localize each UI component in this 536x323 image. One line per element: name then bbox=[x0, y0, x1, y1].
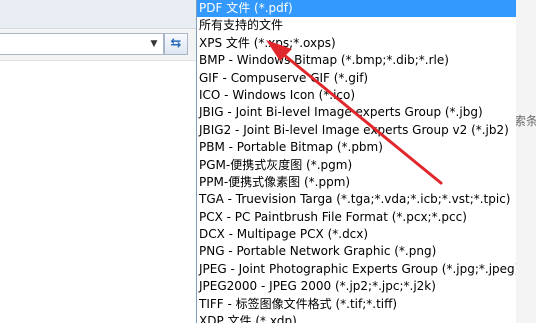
file-type-option[interactable]: JPEG2000 - JPEG 2000 (*.jp2;*.jpc;*.j2k) bbox=[197, 278, 516, 295]
path-combobox[interactable]: ▼ bbox=[0, 33, 164, 55]
file-type-option[interactable]: JBIG - Joint Bi-level Image experts Grou… bbox=[197, 104, 516, 121]
file-type-option[interactable]: PPM-便携式像素图 (*.ppm) bbox=[197, 174, 516, 191]
file-type-option[interactable]: PCX - PC Paintbrush File Format (*.pcx;*… bbox=[197, 209, 516, 226]
file-type-option[interactable]: GIF - Compuserve GIF (*.gif) bbox=[197, 70, 516, 87]
file-type-dropdown-list[interactable]: PDF 文件 (*.pdf) 所有支持的文件 XPS 文件 (*.xps;*.oxp… bbox=[196, 0, 516, 323]
file-type-option[interactable]: PNG - Portable Network Graphic (*.png) bbox=[197, 243, 516, 260]
file-type-option[interactable]: PBM - Portable Bitmap (*.pbm) bbox=[197, 139, 516, 156]
right-background-strip bbox=[516, 0, 536, 323]
file-type-option[interactable]: PDF 文件 (*.pdf) bbox=[197, 0, 516, 18]
file-type-option[interactable]: XPS 文件 (*.xps;*.oxps) bbox=[197, 35, 516, 52]
refresh-button[interactable]: ⇆ bbox=[164, 33, 188, 55]
dialog-top-strip bbox=[0, 0, 196, 29]
file-type-option[interactable]: JBIG2 - Joint Bi-level Image experts Gro… bbox=[197, 122, 516, 139]
file-type-option[interactable]: ICO - Windows Icon (*.ico) bbox=[197, 87, 516, 104]
file-type-option[interactable]: TGA - Truevision Targa (*.tga;*.vda;*.ic… bbox=[197, 191, 516, 208]
file-type-option[interactable]: TIFF - 标签图像文件格式 (*.tif;*.tiff) bbox=[197, 296, 516, 313]
file-type-option[interactable]: BMP - Windows Bitmap (*.bmp;*.dib;*.rle) bbox=[197, 52, 516, 69]
file-list-area bbox=[0, 61, 196, 323]
chevron-down-icon[interactable]: ▼ bbox=[149, 38, 159, 50]
file-type-option[interactable]: DCX - Multipage PCX (*.dcx) bbox=[197, 226, 516, 243]
file-type-option[interactable]: 所有支持的文件 bbox=[197, 17, 516, 34]
file-type-option[interactable]: PGM-便携式灰度图 (*.pgm) bbox=[197, 157, 516, 174]
file-type-option[interactable]: JPEG - Joint Photographic Experts Group … bbox=[197, 261, 516, 278]
save-dialog-screenshot: ▼ ⇆ 没有与搜索条件匹配 PDF 文件 (*.pdf)所有支持的文件XPS 文… bbox=[0, 0, 536, 323]
refresh-icon: ⇆ bbox=[170, 36, 182, 51]
file-type-option[interactable]: XDP 文件 (*.xdp) bbox=[197, 313, 516, 323]
